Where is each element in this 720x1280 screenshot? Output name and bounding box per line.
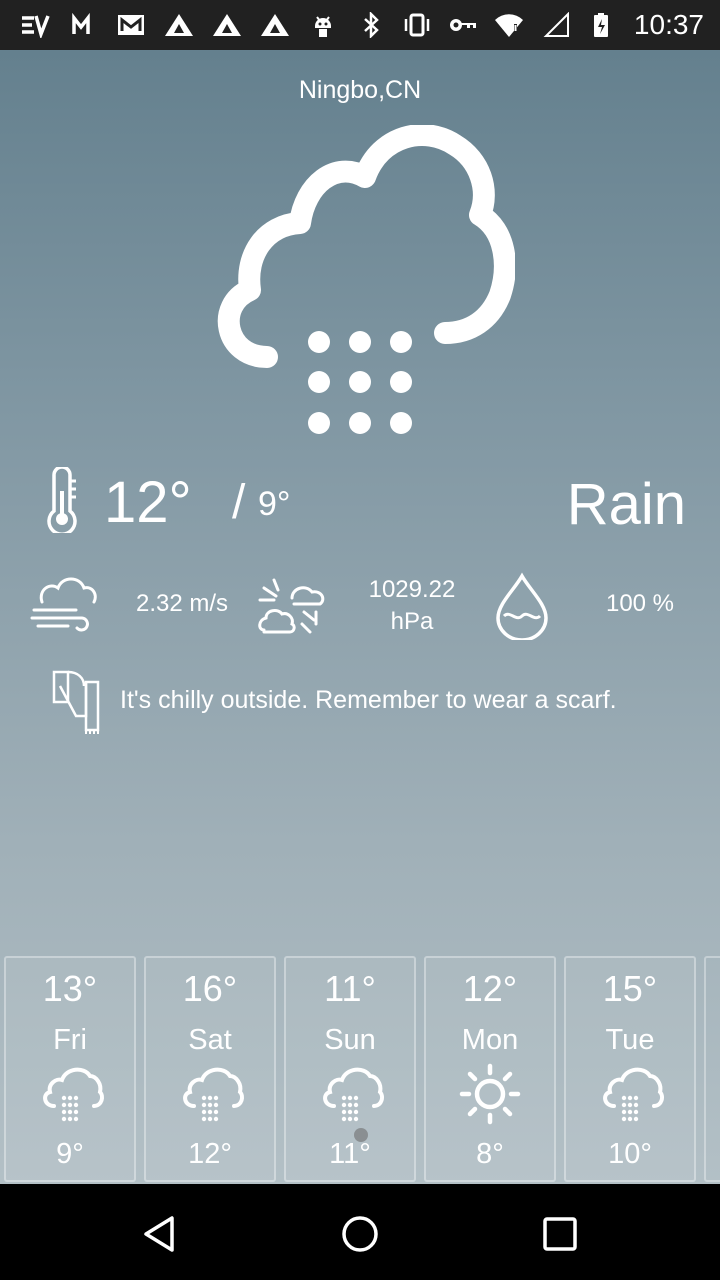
recents-icon[interactable] bbox=[532, 1206, 588, 1262]
forecast-day: Tue bbox=[605, 1024, 655, 1056]
triangle-app-icon bbox=[258, 10, 292, 40]
forecast-high: 13° bbox=[42, 968, 98, 1009]
current-low-temp: 9° bbox=[258, 485, 291, 523]
forecast-card-next[interactable] bbox=[704, 956, 720, 1182]
clock: 10:37 bbox=[633, 9, 704, 40]
scroll-indicator-dot bbox=[354, 1128, 368, 1142]
triangle-app-icon bbox=[210, 10, 244, 40]
sun-icon bbox=[458, 1062, 526, 1130]
pressure-value: 1029.22 bbox=[368, 576, 456, 603]
humidity-value: 100 % bbox=[605, 590, 675, 617]
bluetooth-icon bbox=[354, 10, 388, 40]
wifi-icon bbox=[492, 10, 526, 40]
weather-screen: Ningbo,CN 12° / 9° Rain 2.32 m/s 1029.22… bbox=[0, 50, 720, 1184]
forecast-day: Fri bbox=[53, 1024, 87, 1056]
wind-icon bbox=[28, 572, 100, 640]
forecast-card-sun[interactable]: 11° Sun 11° bbox=[284, 956, 416, 1182]
current-high-temp: 12° bbox=[104, 470, 192, 535]
forecast-high: 16° bbox=[182, 968, 238, 1009]
condition-label: Rain bbox=[566, 472, 686, 537]
home-icon[interactable] bbox=[332, 1206, 388, 1262]
wind-speed: 2.32 m/s bbox=[135, 590, 229, 617]
triangle-app-icon bbox=[162, 10, 196, 40]
navigation-bar bbox=[0, 1184, 720, 1280]
advice-text: It's chilly outside. Remember to wear a … bbox=[120, 686, 617, 714]
city-label: Ningbo,CN bbox=[298, 76, 422, 104]
forecast-card-tue[interactable]: 15° Tue 10° bbox=[564, 956, 696, 1182]
forecast-card-fri[interactable]: 13° Fri 9° bbox=[4, 956, 136, 1182]
forecast-high: 11° bbox=[324, 968, 376, 1009]
forecast-low: 8° bbox=[476, 1138, 504, 1170]
forecast-day: Sun bbox=[324, 1024, 376, 1056]
rain-cloud-icon bbox=[598, 1062, 666, 1130]
forecast-day: Sat bbox=[188, 1024, 232, 1056]
signal-icon bbox=[538, 10, 572, 40]
forecast-card-mon[interactable]: 12° Mon 8° bbox=[424, 956, 556, 1182]
forecast-low: 12° bbox=[188, 1138, 232, 1170]
rain-cloud-icon bbox=[178, 1062, 246, 1130]
scarf-icon bbox=[48, 668, 110, 736]
forecast-low: 9° bbox=[56, 1138, 84, 1170]
pressure-icon bbox=[256, 572, 328, 640]
advice-row: It's chilly outside. Remember to wear a … bbox=[48, 668, 698, 738]
status-bar: 10:37 bbox=[0, 0, 720, 50]
metrics-row: 2.32 m/s 1029.22 hPa 100 % bbox=[0, 568, 720, 644]
forecast-day: Mon bbox=[461, 1024, 519, 1056]
forecast-strip[interactable]: 13° Fri 9° 16° Sat 12° 11° Sun 11° 12° M… bbox=[0, 956, 720, 1184]
pressure-unit: hPa bbox=[390, 608, 434, 635]
rain-cloud-icon bbox=[318, 1062, 386, 1130]
temperature-row: 12° / 9° Rain bbox=[40, 465, 690, 545]
forecast-low: 10° bbox=[608, 1138, 652, 1170]
mail-icon bbox=[114, 10, 148, 40]
forecast-card-sat[interactable]: 16° Sat 12° bbox=[144, 956, 276, 1182]
battery-charging-icon bbox=[584, 10, 618, 40]
forecast-low: 11° bbox=[329, 1138, 371, 1170]
back-icon[interactable] bbox=[132, 1206, 188, 1262]
humidity-icon bbox=[486, 572, 558, 642]
gmail-m-icon bbox=[66, 10, 100, 40]
rain-cloud-icon bbox=[38, 1062, 106, 1130]
ev-icon bbox=[18, 10, 52, 40]
android-icon bbox=[306, 10, 340, 40]
vpn-key-icon bbox=[446, 10, 480, 40]
vibrate-icon bbox=[400, 10, 434, 40]
temp-separator: / bbox=[232, 476, 246, 529]
thermometer-icon bbox=[40, 465, 84, 536]
forecast-high: 15° bbox=[602, 968, 658, 1009]
rain-cloud-icon bbox=[205, 124, 516, 476]
forecast-high: 12° bbox=[462, 968, 518, 1009]
